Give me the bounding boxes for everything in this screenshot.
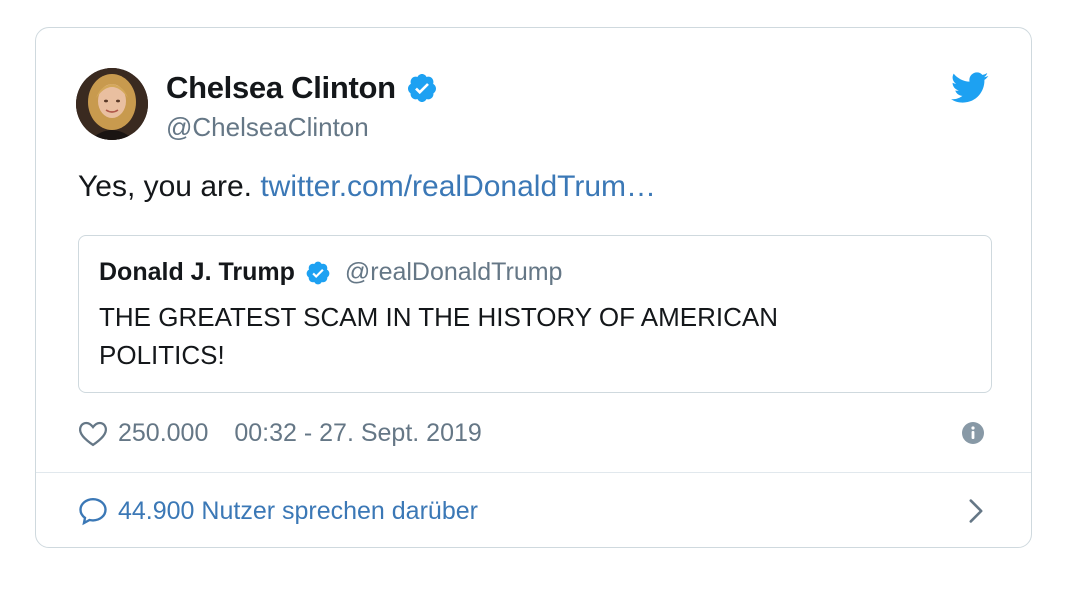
author-display-name[interactable]: Chelsea Clinton xyxy=(166,70,396,106)
quoted-handle: @realDonaldTrump xyxy=(344,258,563,286)
quoted-display-name: Donald J. Trump xyxy=(99,258,295,286)
tweet-header: Chelsea Clinton @ChelseaClinton xyxy=(76,68,991,142)
quoted-tweet-text: THE GREATEST SCAM IN THE HISTORY OF AMER… xyxy=(99,302,779,370)
author-handle[interactable]: @ChelseaClinton xyxy=(166,112,438,143)
like-count[interactable]: 250.000 xyxy=(118,419,208,448)
display-name-row: Chelsea Clinton xyxy=(166,68,438,108)
tweet-card: Chelsea Clinton @ChelseaClinton Yes, you… xyxy=(35,27,1032,548)
tweet-link[interactable]: twitter.com/realDonaldTrum… xyxy=(260,170,656,203)
conversation-link[interactable]: 44.900 Nutzer sprechen darüber xyxy=(118,497,478,526)
heart-icon[interactable] xyxy=(78,419,108,447)
avatar-image xyxy=(76,68,148,140)
verified-badge-icon xyxy=(407,74,436,102)
tweet-body: Yes, you are. xyxy=(78,170,261,203)
divider xyxy=(36,472,1031,473)
twitter-bird-icon[interactable] xyxy=(951,72,989,104)
verified-badge-icon xyxy=(306,261,330,284)
tweet-timestamp[interactable]: 00:32 - 27. Sept. 2019 xyxy=(234,419,481,448)
tweet-meta: 250.000 00:32 - 27. Sept. 2019 xyxy=(78,415,989,451)
quoted-tweet-header: Donald J. Trump @realDonaldTrump xyxy=(99,258,562,287)
tweet-text: Yes, you are. twitter.com/realDonaldTrum… xyxy=(78,170,656,204)
author-names: Chelsea Clinton @ChelseaClinton xyxy=(166,68,438,143)
info-icon[interactable] xyxy=(961,421,985,445)
conversation-footer[interactable]: 44.900 Nutzer sprechen darüber xyxy=(78,493,989,529)
speech-bubble-icon xyxy=(79,497,107,526)
quoted-tweet[interactable]: Donald J. Trump @realDonaldTrump THE GRE… xyxy=(78,235,992,393)
avatar[interactable] xyxy=(76,68,148,140)
chevron-right-icon[interactable] xyxy=(967,498,985,524)
